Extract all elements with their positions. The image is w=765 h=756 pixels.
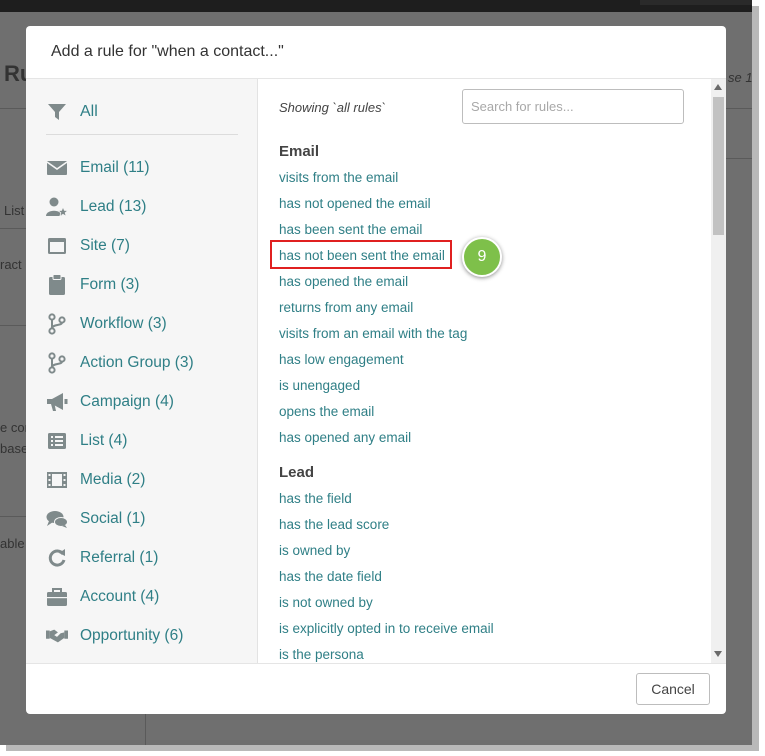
film-icon [46, 469, 68, 491]
rule-item[interactable]: visits from the email [279, 170, 398, 185]
add-rule-modal: Add a rule for "when a contact..." All E… [26, 26, 726, 714]
category-label: Form (3) [80, 276, 140, 293]
category-label: Media (2) [80, 471, 146, 488]
category-all-label: All [80, 103, 98, 120]
category-label: Email (11) [80, 159, 150, 176]
search-input[interactable] [462, 89, 684, 124]
category-list[interactable]: List (4) [46, 428, 127, 454]
browser-window-icon [46, 235, 68, 257]
category-opportunity[interactable]: Opportunity (6) [46, 623, 183, 649]
rule-item[interactable]: has been sent the email [279, 222, 422, 237]
rule-item[interactable]: opens the email [279, 404, 374, 419]
rule-item[interactable]: visits from an email with the tag [279, 326, 467, 341]
category-email[interactable]: Email (11) [46, 155, 149, 181]
rule-item[interactable]: has the date field [279, 569, 382, 584]
handshake-icon [46, 625, 68, 647]
branch-icon [46, 352, 68, 374]
category-sidebar: All Email (11) Lead (13) Site (7) Form (… [26, 79, 258, 663]
clipboard-icon [46, 274, 68, 296]
category-account[interactable]: Account (4) [46, 584, 159, 610]
rule-item[interactable]: is explicitly opted in to receive email [279, 621, 494, 636]
category-label: Account (4) [80, 588, 160, 605]
megaphone-icon [46, 391, 68, 413]
category-label: Site (7) [80, 237, 130, 254]
briefcase-icon [46, 586, 68, 608]
category-campaign[interactable]: Campaign (4) [46, 389, 174, 415]
envelope-icon [46, 157, 68, 179]
scroll-thumb[interactable] [713, 97, 724, 235]
bg-top-button [640, 0, 752, 5]
modal-title: Add a rule for "when a contact..." [51, 43, 284, 60]
rules-scrollbar[interactable] [711, 79, 726, 663]
bg-right-fragment: se 1 [728, 70, 752, 85]
bg-divider [0, 516, 26, 517]
bg-divider [726, 158, 752, 159]
filter-icon [46, 101, 68, 123]
category-label: Opportunity (6) [80, 627, 184, 644]
category-label: Social (1) [80, 510, 146, 527]
category-referral[interactable]: Referral (1) [46, 545, 158, 571]
branch-icon [46, 313, 68, 335]
bg-fragment: ract [0, 257, 22, 272]
scroll-down-arrow-icon[interactable] [714, 651, 722, 657]
bg-divider [0, 228, 26, 229]
bg-divider [0, 108, 26, 109]
category-media[interactable]: Media (2) [46, 467, 145, 493]
category-label: Workflow (3) [80, 315, 167, 332]
category-site[interactable]: Site (7) [46, 233, 130, 259]
category-label: Campaign (4) [80, 393, 174, 410]
showing-filter-text: Showing `all rules` [279, 100, 386, 115]
rule-item-highlighted[interactable]: has not been sent the email [279, 248, 445, 263]
category-all[interactable]: All [46, 99, 98, 125]
step-number-badge: 9 [462, 237, 502, 277]
bg-list-fragment: List [4, 203, 25, 218]
list-icon [46, 430, 68, 452]
bg-divider [726, 108, 752, 109]
modal-footer: Cancel [26, 663, 726, 714]
group-title-email: Email [279, 143, 320, 160]
lead-user-star-icon [46, 196, 68, 218]
scroll-up-arrow-icon[interactable] [714, 84, 722, 90]
bg-fragment: able [0, 536, 25, 551]
rule-item[interactable]: is owned by [279, 543, 350, 558]
rule-item[interactable]: has opened any email [279, 430, 411, 445]
bg-divider [0, 325, 26, 326]
modal-header: Add a rule for "when a contact..." [26, 26, 726, 79]
rule-item[interactable]: is not owned by [279, 595, 373, 610]
rules-panel: Showing `all rules` Email visits from th… [258, 79, 726, 663]
category-form[interactable]: Form (3) [46, 272, 139, 298]
category-label: Referral (1) [80, 549, 159, 566]
bg-fragment: base [0, 441, 29, 456]
rule-item[interactable]: has the field [279, 491, 352, 506]
modal-body: All Email (11) Lead (13) Site (7) Form (… [26, 79, 726, 663]
category-label: List (4) [80, 432, 128, 449]
image-shadow [752, 6, 759, 748]
category-social[interactable]: Social (1) [46, 506, 145, 532]
image-shadow [6, 745, 759, 751]
rule-item[interactable]: has opened the email [279, 274, 408, 289]
bg-vdivider [145, 714, 146, 745]
rule-item[interactable]: has low engagement [279, 352, 404, 367]
rule-item[interactable]: is the persona [279, 647, 364, 662]
rule-item[interactable]: returns from any email [279, 300, 413, 315]
chat-bubbles-icon [46, 508, 68, 530]
category-action-group[interactable]: Action Group (3) [46, 350, 194, 376]
rule-item[interactable]: has not opened the email [279, 196, 431, 211]
category-label: Action Group (3) [80, 354, 194, 371]
category-label: Lead (13) [80, 198, 147, 215]
group-title-lead: Lead [279, 464, 315, 481]
refresh-icon [46, 547, 68, 569]
category-workflow[interactable]: Workflow (3) [46, 311, 167, 337]
rule-item[interactable]: is unengaged [279, 378, 360, 393]
sidebar-divider [46, 134, 238, 135]
rule-item[interactable]: has the lead score [279, 517, 389, 532]
cancel-button[interactable]: Cancel [636, 673, 710, 705]
category-lead[interactable]: Lead (13) [46, 194, 146, 220]
